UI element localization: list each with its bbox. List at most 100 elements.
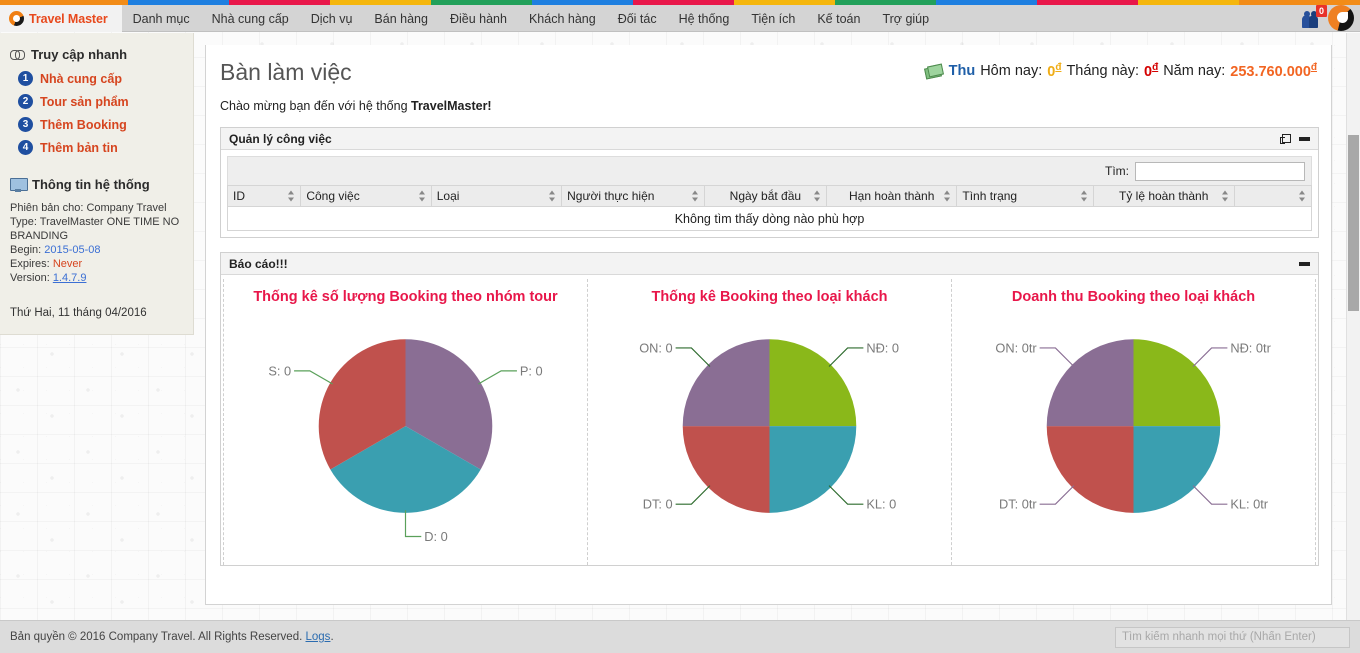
sort-icon[interactable]	[691, 190, 699, 202]
task-column-header-0[interactable]: ID	[226, 185, 302, 207]
begin-value: 2015-05-08	[44, 244, 101, 256]
begin-row: Begin: 2015-05-08	[10, 243, 183, 257]
sort-icon[interactable]	[1299, 190, 1306, 202]
version-row: Version: 1.4.7.9	[10, 271, 183, 285]
pie-label-connector-1	[828, 485, 864, 505]
scrollbar-thumb[interactable]	[1348, 135, 1359, 311]
pie-label-connector-3	[675, 347, 711, 367]
type-row: Type: TravelMaster ONE TIME NO BRANDING	[10, 215, 183, 243]
pie-chart-0: P: 0 D: 0 S: 0	[228, 311, 583, 551]
pie-label-2: DT: 0tr	[999, 497, 1037, 512]
edition-label: Phiên bản cho:	[10, 202, 84, 214]
quick-access-item-2[interactable]: 3 Thêm Booking	[18, 117, 183, 132]
task-column-header-6[interactable]: Tình trạng	[956, 185, 1094, 207]
task-column-header-1[interactable]: Công việc	[300, 185, 432, 207]
task-column-header-8[interactable]	[1233, 185, 1312, 207]
nav-item-7[interactable]: Hệ thống	[668, 5, 741, 32]
pie-chart-2: NĐ: 0tr KL: 0tr DT: 0tr ON: 0tr	[956, 311, 1311, 551]
brand-label: Travel Master	[29, 11, 108, 26]
pie-label-3: ON: 0	[639, 340, 672, 355]
pie-label-connector-0	[478, 370, 517, 385]
task-column-header-3[interactable]: Người thực hiện	[561, 185, 705, 207]
search-label: Tìm:	[1105, 164, 1129, 178]
nav-items: Danh mục Nhà cung cấp Dịch vụ Bán hàng Điều …	[122, 5, 940, 31]
task-column-label: Loại	[436, 189, 460, 203]
vertical-scrollbar[interactable]	[1346, 33, 1360, 620]
quick-access-number-badge: 1	[18, 71, 33, 86]
money-icon	[925, 64, 942, 77]
sort-icon[interactable]	[1221, 190, 1229, 202]
nav-item-2[interactable]: Dịch vụ	[300, 5, 364, 32]
users-icon[interactable]: 0	[1300, 5, 1327, 30]
table-row: Không tìm thấy dòng nào phù hợp	[227, 206, 1312, 231]
earnings-today-label: Hôm nay:	[980, 62, 1043, 79]
navbar-right-tools: 0	[1300, 5, 1360, 31]
task-column-label: Tình trạng	[962, 189, 1018, 203]
version-value[interactable]: 1.4.7.9	[53, 272, 87, 284]
quick-access-item-0[interactable]: 1 Nhà cung cấp	[18, 71, 183, 86]
begin-label: Begin:	[10, 244, 42, 256]
nav-item-4[interactable]: Điều hành	[439, 5, 518, 32]
nav-item-9[interactable]: Kế toán	[806, 5, 871, 32]
earnings-summary: Thu Hôm nay: 0đ Tháng này: 0đ Năm nay: 2…	[925, 62, 1317, 80]
chart-cell-1: Thống kê Booking theo loại khách NĐ: 0 KL:…	[588, 279, 952, 565]
sort-icon[interactable]	[418, 190, 426, 202]
search-input[interactable]	[1135, 161, 1305, 181]
expires-row: Expires: Never	[10, 257, 183, 271]
task-table-header-row: ID Công việc Loại Người thực hiện Ngày bắt đ…	[226, 185, 1312, 207]
edition-value: Company Travel	[86, 202, 167, 214]
task-panel: Quản lý công việc Tìm: ID Công việc Loại…	[220, 127, 1319, 238]
logs-link[interactable]: Logs	[306, 631, 331, 643]
quick-access-item-3[interactable]: 4 Thêm bản tin	[18, 140, 183, 155]
task-column-label: Hạn hoàn thành	[848, 189, 935, 203]
quick-access-label[interactable]: Thêm Booking	[40, 118, 127, 132]
quick-access-label[interactable]: Tour sản phẩm	[40, 95, 129, 109]
sort-icon[interactable]	[549, 190, 556, 202]
expand-icon[interactable]	[1280, 133, 1291, 144]
task-column-header-2[interactable]: Loại	[430, 185, 563, 207]
task-column-label: Tỷ lệ hoàn thành	[1119, 189, 1209, 203]
sort-icon[interactable]	[944, 190, 951, 202]
task-column-header-5[interactable]: Hạn hoàn thành	[825, 185, 958, 207]
nav-item-0[interactable]: Danh mục	[122, 5, 201, 32]
task-column-header-4[interactable]: Ngày bắt đầu	[703, 185, 828, 207]
quick-access-item-1[interactable]: 2 Tour sản phẩm	[18, 94, 183, 109]
task-table: ID Công việc Loại Người thực hiện Ngày bắt đ…	[226, 185, 1312, 231]
nav-item-8[interactable]: Tiện ích	[740, 5, 806, 32]
copyright-suffix: .	[330, 631, 334, 643]
nav-item-6[interactable]: Đối tác	[607, 5, 668, 32]
quick-search-input[interactable]	[1115, 626, 1350, 648]
app-page: Travel Master Danh mục Nhà cung cấp Dịch v…	[0, 0, 1360, 653]
nav-item-3[interactable]: Bán hàng	[363, 5, 439, 32]
chart-title-1: Thống kê Booking theo loại khách	[651, 289, 888, 305]
minimize-icon[interactable]	[1299, 261, 1310, 266]
nav-item-10[interactable]: Trợ giúp	[871, 5, 940, 32]
task-column-label: ID	[233, 189, 245, 203]
avatar-icon[interactable]	[1328, 5, 1354, 31]
sort-icon[interactable]	[1080, 190, 1088, 202]
welcome-prefix: Chào mừng bạn đến với hệ thống	[220, 99, 411, 113]
quick-access-label[interactable]: Nhà cung cấp	[40, 72, 122, 86]
task-column-header-7[interactable]: Tỷ lệ hoàn thành	[1092, 185, 1235, 207]
brand-logo-area[interactable]: Travel Master	[0, 5, 122, 32]
minimize-icon[interactable]	[1299, 136, 1310, 141]
sort-icon[interactable]	[288, 190, 295, 202]
pie-label-connector-2	[294, 370, 333, 385]
pie-label-1: D: 0	[424, 529, 447, 544]
travel-master-logo-icon	[9, 11, 24, 26]
nav-item-1[interactable]: Nhà cung cấp	[201, 5, 300, 32]
today-date: Thứ Hai, 11 tháng 04/2016	[10, 307, 147, 319]
system-info-body: Phiên bản cho: Company Travel Type: Trav…	[10, 201, 183, 285]
charts-container: Thống kê số lượng Booking theo nhóm tour…	[221, 275, 1318, 565]
main-navbar: Travel Master Danh mục Nhà cung cấp Dịch v…	[0, 5, 1360, 32]
sort-icon[interactable]	[814, 190, 821, 202]
report-panel-tools	[1299, 261, 1310, 266]
nav-item-5[interactable]: Khách hàng	[518, 5, 607, 32]
earnings-month-label: Tháng này:	[1066, 62, 1139, 79]
version-label: Version:	[10, 272, 50, 284]
task-table-toolbar: Tìm:	[227, 156, 1312, 185]
system-info-header: Thông tin hệ thống	[10, 177, 183, 192]
chart-title-0: Thống kê số lượng Booking theo nhóm tour	[253, 289, 558, 305]
quick-access-label[interactable]: Thêm bản tin	[40, 141, 118, 155]
table-empty-message: Không tìm thấy dòng nào phù hợp	[227, 206, 1312, 231]
